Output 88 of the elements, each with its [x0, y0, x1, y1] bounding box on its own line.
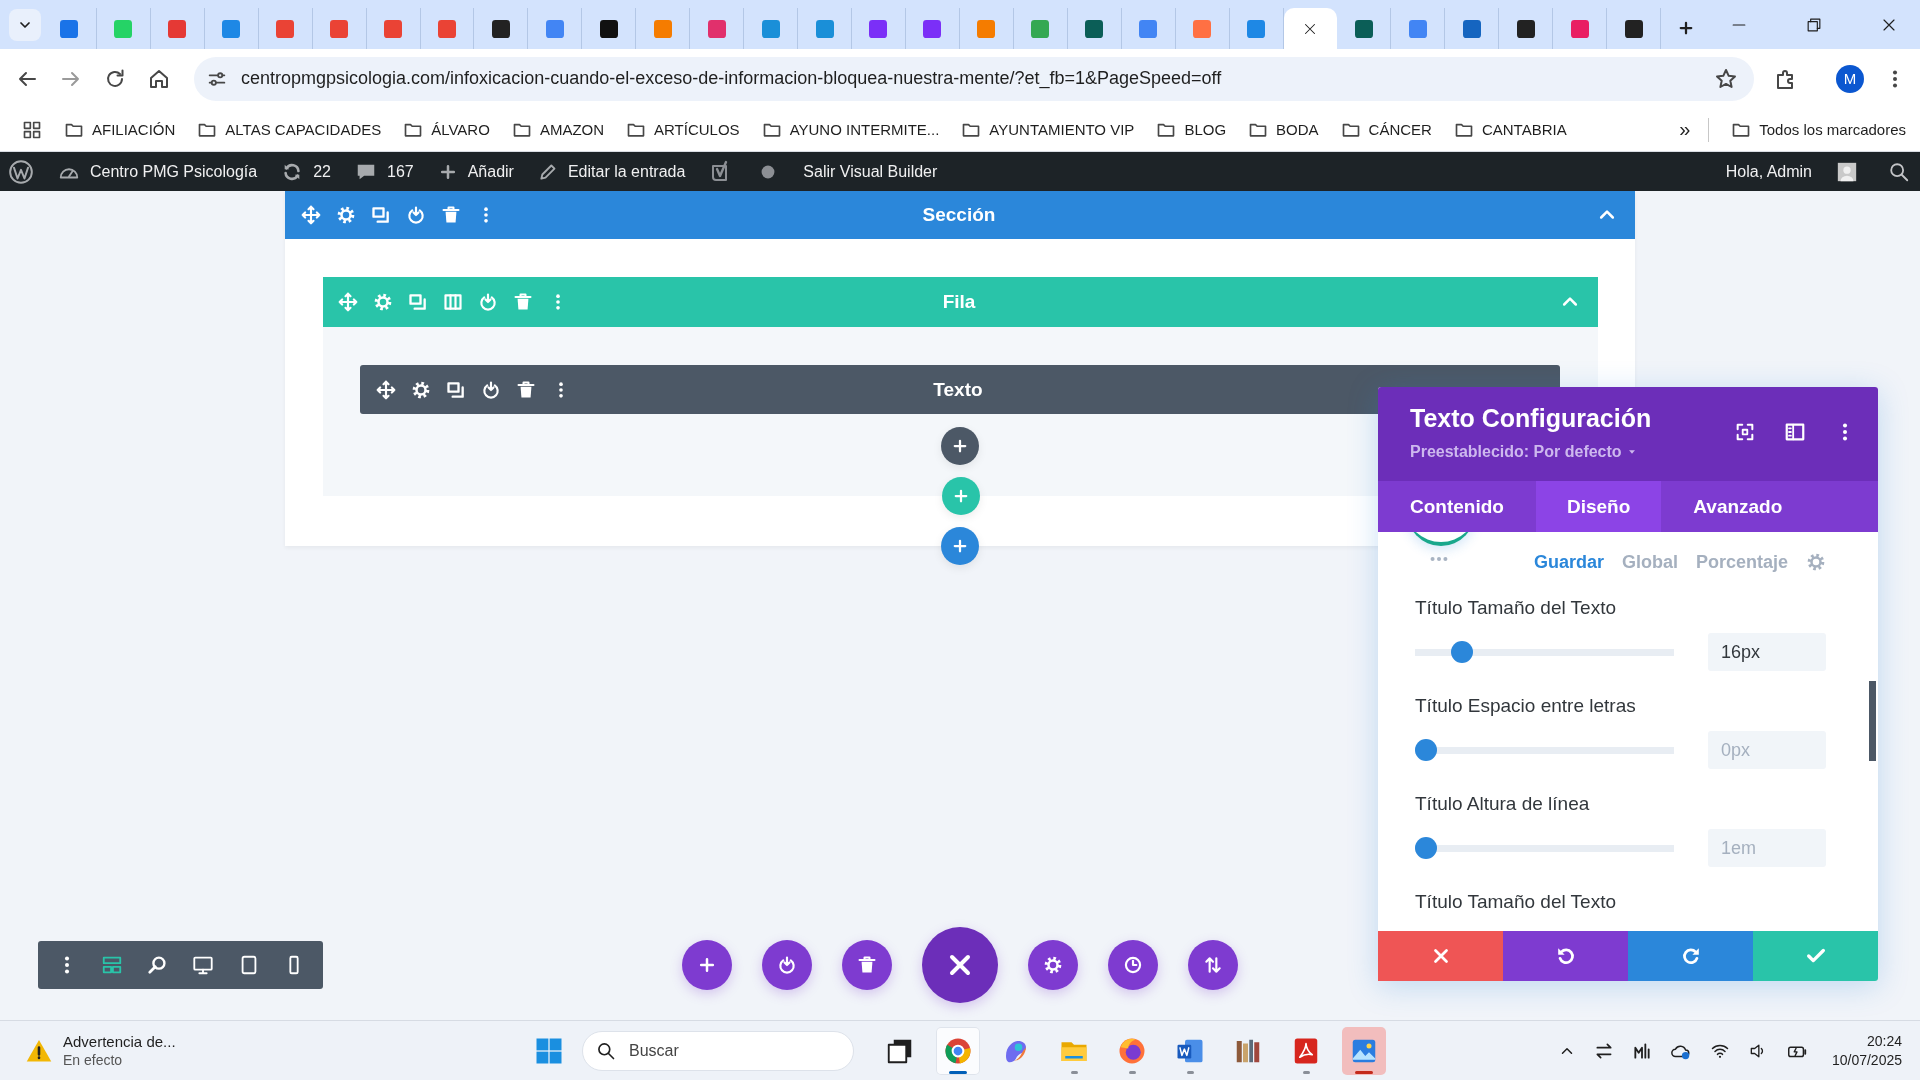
settings-button[interactable]: [1028, 940, 1078, 990]
taskbar-app[interactable]: [936, 1026, 980, 1075]
power-icon: [777, 955, 797, 975]
trash-icon: [857, 955, 877, 975]
delete-button[interactable]: [842, 940, 892, 990]
bookmark-folder[interactable]: BLOG: [1184, 121, 1227, 138]
slider-thumb[interactable]: [1450, 641, 1473, 663]
updates-count[interactable]: 22: [313, 162, 331, 181]
bookmark-folder[interactable]: BODA: [1276, 121, 1319, 138]
clock-icon: [1123, 955, 1143, 975]
wireframe-icon[interactable]: [101, 954, 124, 976]
apps-grid-icon[interactable]: [22, 119, 42, 140]
avatar-icon[interactable]: [1836, 160, 1858, 183]
settings-icon: [1043, 955, 1063, 975]
bookmark-star-icon[interactable]: [1714, 66, 1738, 91]
sidebar-layout-icon[interactable]: [1784, 421, 1806, 443]
move-icon[interactable]: [376, 379, 396, 400]
focus-icon[interactable]: [1734, 421, 1756, 443]
comments-count[interactable]: 167: [387, 162, 414, 181]
field-label: Título Tamaño del Texto: [1415, 891, 1618, 913]
wordpress-logo-icon[interactable]: [8, 158, 34, 185]
bookmark-folder[interactable]: ARTÍCULOS: [654, 121, 740, 138]
panel-tab[interactable]: Contenido: [1378, 481, 1536, 532]
field-label: Título Espacio entre letras: [1415, 695, 1637, 717]
bookmark-folder[interactable]: AYUNTAMIENTO VIP: [989, 121, 1135, 138]
slider-thumb[interactable]: [1415, 837, 1437, 859]
clock-time[interactable]: 20:24: [1831, 1031, 1902, 1051]
gear-icon[interactable]: [411, 379, 431, 400]
panel-tab[interactable]: Avanzado: [1661, 481, 1815, 532]
desktop-icon[interactable]: [192, 954, 215, 976]
unit-tab[interactable]: Guardar: [1533, 551, 1604, 573]
section-title: Sección: [922, 204, 996, 226]
zoom-icon[interactable]: [146, 954, 169, 976]
panel-tab[interactable]: Diseño: [1535, 481, 1662, 532]
bookmark-folder[interactable]: AMAZON: [539, 121, 605, 138]
field-label: Título Altura de línea: [1415, 793, 1591, 815]
bookmark-folder[interactable]: ÁLVARO: [431, 121, 490, 138]
url-text: centropmgpsicologia.com/infoxicacion-cuando-el-exceso-de-informacion-bloquea-nuestra-mente/?et_fb=1&PageSpeed=off: [241, 68, 1222, 89]
site-link[interactable]: Centro PMG Psicología: [90, 162, 258, 181]
duplicate-icon[interactable]: [371, 205, 391, 225]
bookmark-folder[interactable]: CÁNCER: [1368, 121, 1432, 138]
close-button[interactable]: [922, 927, 998, 1003]
history-button[interactable]: [1108, 940, 1158, 990]
slider-thumb[interactable]: [1415, 739, 1437, 761]
sort-icon: [1203, 955, 1223, 975]
panel-title: Texto Configuración: [1410, 403, 1652, 433]
plus-icon: [951, 537, 969, 555]
trash-icon[interactable]: [516, 379, 536, 400]
plus-icon: [697, 955, 717, 975]
bars-icon[interactable]: [1631, 1040, 1652, 1061]
new-link[interactable]: Añadir: [467, 162, 514, 181]
notification-title[interactable]: Advertencia de...: [63, 1033, 176, 1050]
search-field[interactable]: Buscar: [582, 1030, 854, 1071]
trash-icon[interactable]: [441, 205, 461, 225]
row-title: Fila: [942, 291, 976, 313]
field-label: Título Tamaño del Texto: [1415, 597, 1618, 619]
value-field[interactable]: 16px: [1708, 633, 1826, 671]
bookmark-folder[interactable]: CANTABRIA: [1481, 121, 1567, 138]
gear-icon[interactable]: [336, 205, 356, 225]
scrollbar[interactable]: [1869, 681, 1876, 761]
bookmark-folder[interactable]: ALTAS CAPACIDADES: [225, 121, 382, 138]
profile-avatar[interactable]: M: [1836, 64, 1864, 93]
add-section-button[interactable]: [941, 527, 979, 565]
address-bar[interactable]: centropmgpsicologia.com/infoxicacion-cuando-el-exceso-de-informacion-bloquea-nuestra-mente/?et_fb=1&PageSpeed=off: [194, 56, 1754, 101]
bookmark-folder[interactable]: AYUNO INTERMITE...: [789, 121, 940, 138]
greeting-link[interactable]: Hola, Admin: [1725, 162, 1812, 181]
exit-builder-link[interactable]: Salir Visual Builder: [803, 162, 938, 181]
plus-icon: [951, 437, 969, 455]
module-title: Texto: [933, 378, 983, 401]
move-icon[interactable]: [301, 205, 321, 225]
value-field[interactable]: 1em: [1708, 829, 1826, 867]
add-module-button[interactable]: [941, 427, 979, 465]
duplicate-icon[interactable]: [446, 379, 466, 400]
notification-subtitle: En efecto: [63, 1052, 124, 1068]
clock-date[interactable]: 10/07/2025: [1831, 1050, 1902, 1070]
power-icon[interactable]: [481, 379, 501, 400]
portability-button[interactable]: [1188, 940, 1238, 990]
tab-search-button[interactable]: [9, 9, 41, 41]
preset-selector[interactable]: Preestablecido: Por defecto: [1410, 442, 1622, 461]
bookmark-folder[interactable]: AFILIACIÓN: [92, 121, 176, 138]
add-button[interactable]: [682, 940, 732, 990]
value-field[interactable]: 0px: [1708, 731, 1826, 769]
bookmark-folder[interactable]: Todos los marcadores: [1759, 121, 1906, 138]
edit-link[interactable]: Editar la entrada: [567, 162, 686, 181]
power-icon[interactable]: [406, 205, 426, 225]
disable-button[interactable]: [762, 940, 812, 990]
search-icon[interactable]: [1888, 160, 1910, 183]
more-bookmarks-button[interactable]: »: [1679, 118, 1691, 141]
